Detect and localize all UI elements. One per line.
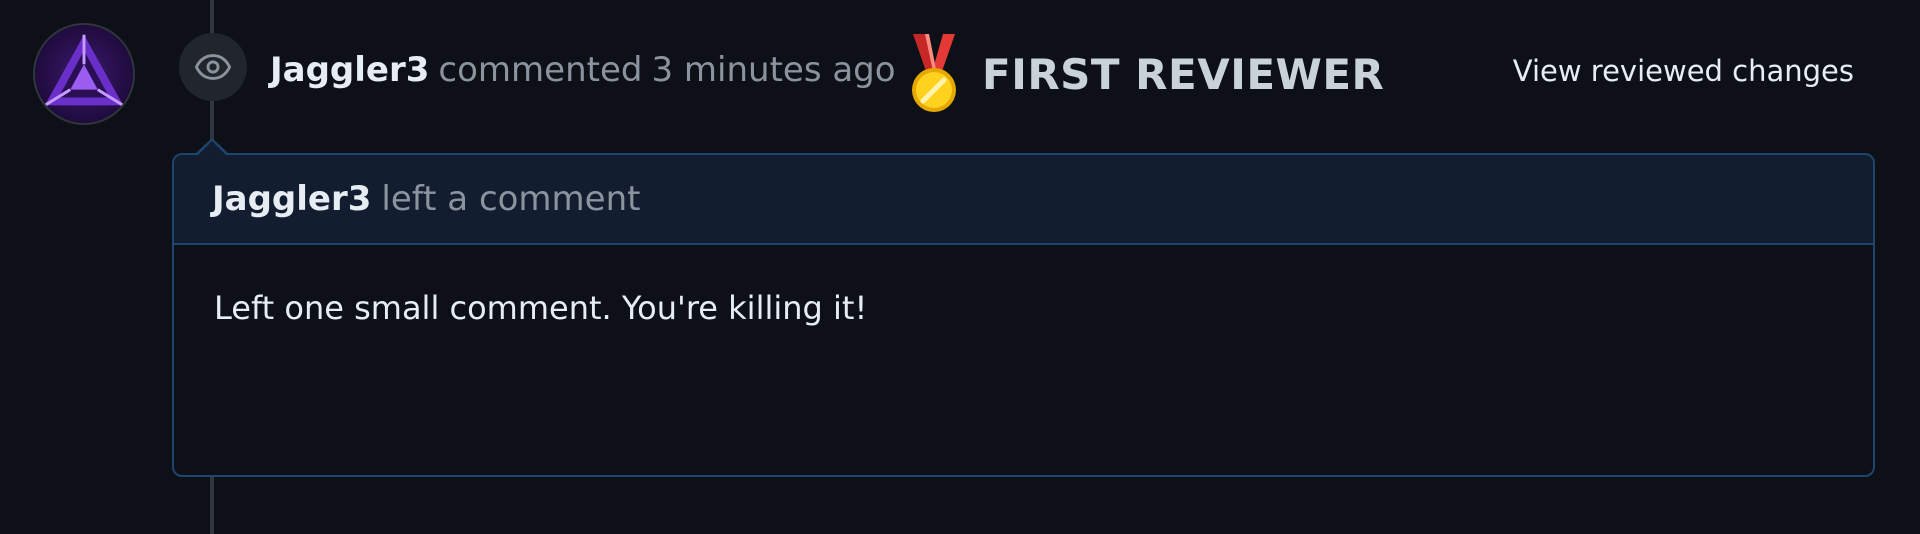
- first-reviewer-badge: FIRST REVIEWER: [982, 50, 1385, 99]
- avatar[interactable]: [33, 23, 135, 125]
- comment-caret-fill: [198, 141, 226, 155]
- eye-icon: [194, 54, 232, 80]
- comment-body: Left one small comment. You're killing i…: [214, 289, 868, 327]
- review-comment-box: Jaggler3 left a comment Left one small c…: [172, 153, 1875, 477]
- timestamp-link[interactable]: 3 minutes ago: [651, 50, 895, 90]
- event-badge: [179, 33, 247, 101]
- medal-icon: [907, 34, 961, 114]
- action-text: commented: [438, 50, 643, 90]
- comment-author-link[interactable]: Jaggler3: [212, 179, 371, 219]
- author-link[interactable]: Jaggler3: [270, 50, 429, 90]
- timeline-header: Jaggler3 commented 3 minutes ago: [270, 48, 896, 92]
- pr-timeline: Jaggler3 commented 3 minutes ago FIRST R…: [0, 0, 1920, 534]
- avatar-image: [35, 25, 133, 123]
- comment-action-text: left a comment: [381, 179, 641, 219]
- view-reviewed-changes-link[interactable]: View reviewed changes: [1513, 54, 1854, 88]
- comment-header: Jaggler3 left a comment: [174, 155, 1873, 245]
